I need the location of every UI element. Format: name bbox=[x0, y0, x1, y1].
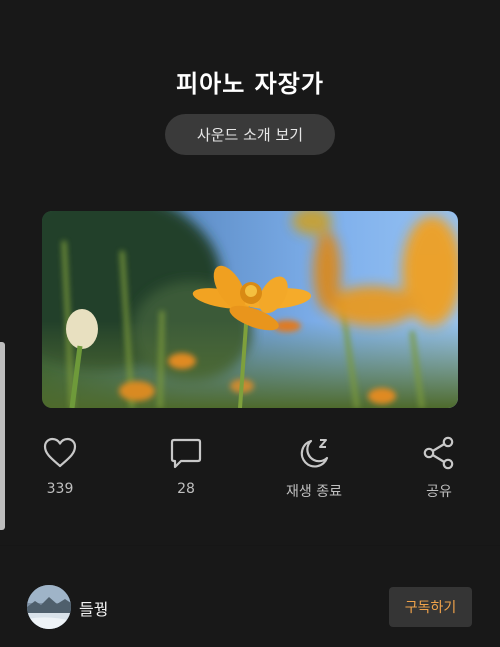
track-title: 피아노 자장가 bbox=[176, 70, 324, 98]
channel-avatar[interactable] bbox=[27, 585, 71, 629]
sound-intro-button[interactable]: 사운드 소개 보기 bbox=[165, 114, 335, 155]
section-divider bbox=[0, 545, 500, 546]
heart-icon bbox=[43, 437, 77, 468]
sleep-timer-label: 재생 종료 bbox=[286, 484, 342, 500]
channel-name[interactable]: 들꿩 bbox=[79, 596, 108, 620]
comment-icon bbox=[170, 438, 202, 469]
comment-button[interactable]: 28 bbox=[131, 435, 241, 497]
sleep-timer-button[interactable]: 재생 종료 bbox=[259, 435, 369, 501]
comment-count: 28 bbox=[177, 481, 195, 497]
subscribe-button[interactable]: 구독하기 bbox=[389, 587, 472, 627]
share-label: 공유 bbox=[426, 484, 452, 500]
action-bar: 339 28 재생 종료 공유 bbox=[0, 435, 500, 505]
share-icon bbox=[423, 436, 454, 470]
like-button[interactable]: 339 bbox=[5, 435, 115, 497]
avatar-image bbox=[27, 585, 71, 629]
share-button[interactable]: 공유 bbox=[384, 435, 494, 501]
moon-sleep-icon bbox=[300, 439, 329, 468]
cover-image bbox=[42, 211, 458, 408]
flower-photo bbox=[42, 211, 458, 408]
like-count: 339 bbox=[46, 481, 74, 497]
